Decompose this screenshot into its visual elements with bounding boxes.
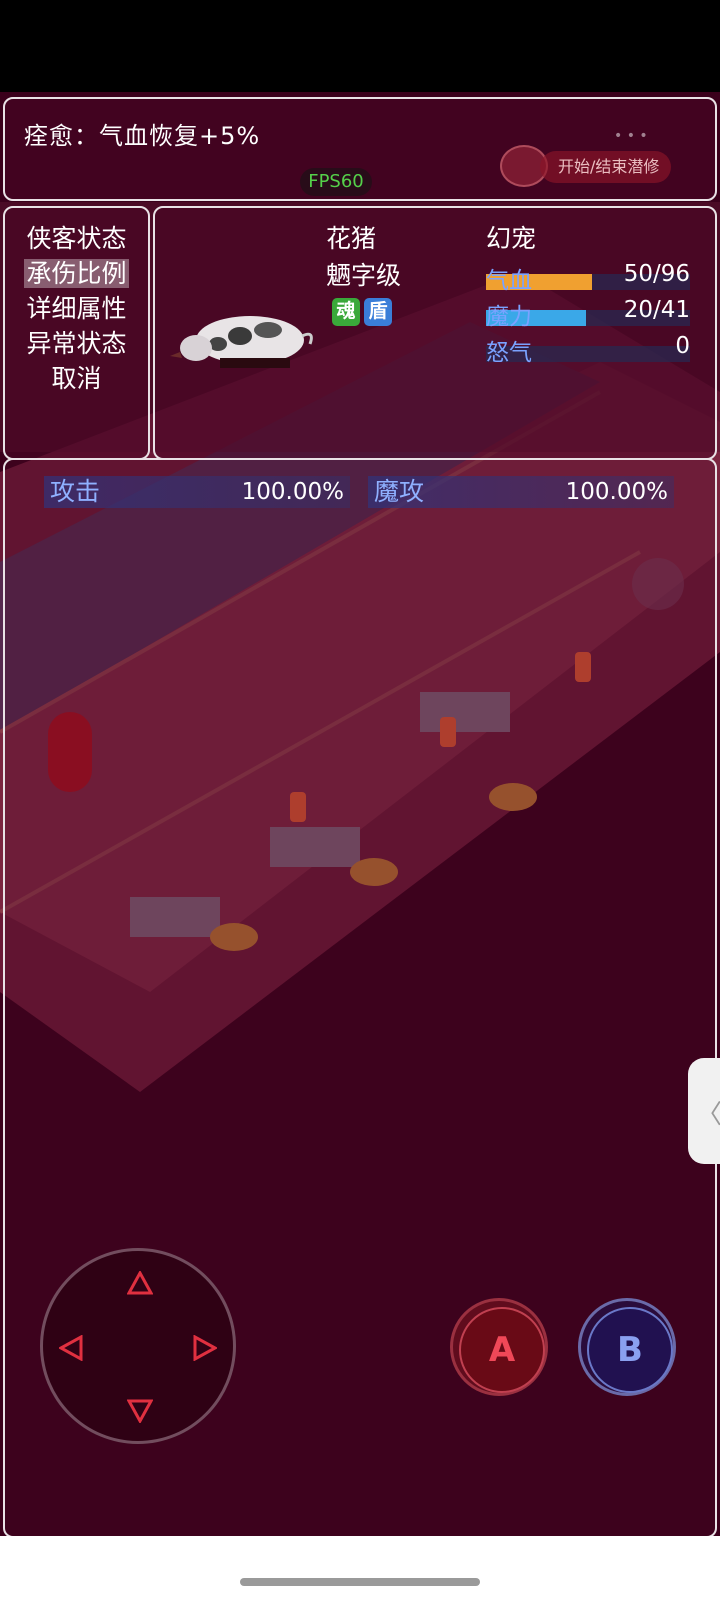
- dpad-up-arrow-icon[interactable]: [127, 1271, 153, 1295]
- fps-counter: FPS60: [300, 168, 372, 196]
- magic-attack-value: 100.00%: [565, 479, 668, 505]
- menu-item-label: 取消: [51, 364, 102, 393]
- menu-item-damage-ratio[interactable]: 承伤比例: [3, 257, 150, 291]
- menu-item-cancel[interactable]: 取消: [3, 362, 150, 396]
- pet-name: 花猪: [326, 224, 377, 253]
- mp-value: 20/41: [623, 297, 690, 323]
- rage-label: 怒气: [486, 340, 532, 366]
- menu-item-abnormal-status[interactable]: 异常状态: [3, 327, 150, 361]
- virtual-dpad[interactable]: [40, 1248, 236, 1444]
- mp-label: 魔力: [486, 304, 532, 330]
- attack-attribute-row: 攻击 100.00%: [44, 476, 350, 508]
- menu-item-label: 异常状态: [26, 329, 127, 358]
- side-drawer-handle[interactable]: 〈: [688, 1058, 720, 1164]
- stealth-button-label: 开始/结束潜修: [540, 151, 672, 183]
- chevron-left-icon: 〈: [696, 1100, 720, 1130]
- soul-badge: 魂: [332, 298, 360, 326]
- pet-pig-sprite: [170, 316, 313, 368]
- hp-label: 气血: [486, 268, 532, 294]
- menu-item-label: 承伤比例: [24, 259, 129, 288]
- attack-value: 100.00%: [241, 479, 344, 505]
- b-button[interactable]: B: [578, 1298, 676, 1396]
- heal-effect-text: 痊愈：气血恢复+5%: [24, 122, 261, 150]
- system-navigation-bar: [0, 1536, 720, 1600]
- rage-value: 0: [675, 333, 690, 359]
- dpad-left-arrow-icon[interactable]: [59, 1335, 83, 1361]
- menu-item-detailed-attributes[interactable]: 详细属性: [3, 292, 150, 326]
- pet-rank: 魉字级: [326, 261, 402, 290]
- b-button-label: B: [617, 1330, 643, 1370]
- home-indicator[interactable]: [240, 1578, 480, 1586]
- menu-item-label: 详细属性: [26, 294, 127, 323]
- shield-badge: 盾: [364, 298, 392, 326]
- pet-type: 幻宠: [486, 224, 537, 253]
- menu-item-hero-status[interactable]: 侠客状态: [3, 222, 150, 256]
- dpad-down-arrow-icon[interactable]: [127, 1399, 153, 1423]
- dpad-right-arrow-icon[interactable]: [193, 1335, 217, 1361]
- magic-attack-label: 魔攻: [374, 477, 425, 506]
- hp-value: 50/96: [623, 261, 690, 287]
- a-button-label: A: [488, 1330, 516, 1370]
- menu-item-label: 侠客状态: [26, 224, 127, 253]
- magic-attack-attribute-row: 魔攻 100.00%: [368, 476, 674, 508]
- menu-dots-icon: • • •: [614, 128, 648, 144]
- a-button[interactable]: A: [450, 1298, 548, 1396]
- attack-label: 攻击: [50, 477, 101, 506]
- stealth-toggle-button[interactable]: 开始/结束潜修: [500, 145, 708, 187]
